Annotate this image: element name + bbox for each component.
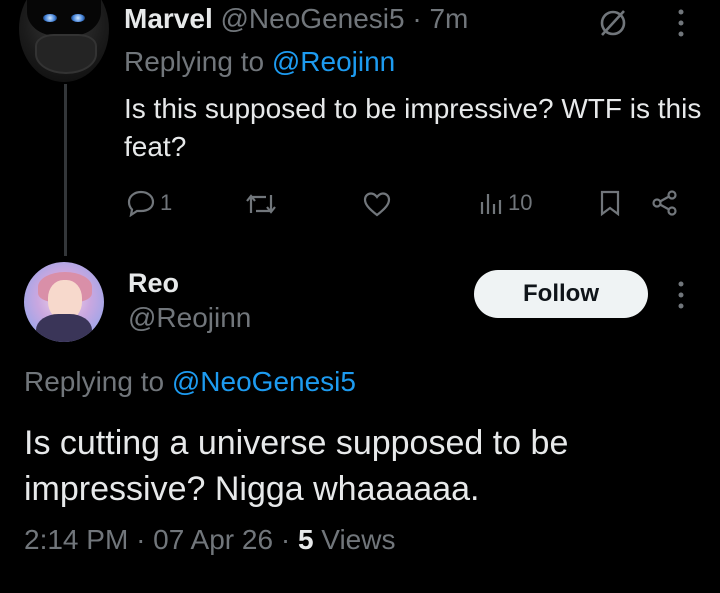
more-icon[interactable]: [676, 8, 686, 43]
views-label[interactable]: Views: [314, 524, 395, 555]
replying-prefix: Replying to: [24, 366, 172, 397]
tweet-text: Is this supposed to be impressive? WTF i…: [124, 93, 702, 162]
more-icon[interactable]: [676, 280, 686, 315]
tweet-time[interactable]: 2:14 PM: [24, 524, 128, 555]
thread-line: [64, 84, 67, 256]
separator: ·: [136, 524, 146, 555]
views-icon: [480, 194, 502, 214]
views-button[interactable]: 10: [478, 190, 532, 216]
replying-to: Replying to @Reojinn: [124, 46, 395, 78]
reply-count: 1: [160, 190, 173, 215]
bookmark-button[interactable]: [598, 189, 622, 217]
views-count[interactable]: 5: [298, 524, 314, 555]
separator: ·: [280, 524, 291, 555]
timestamp[interactable]: 7m: [429, 3, 468, 34]
separator: ·: [412, 3, 422, 34]
like-icon: [363, 192, 391, 217]
replying-to: Replying to @NeoGenesi5: [24, 366, 356, 398]
display-name[interactable]: Marvel: [124, 3, 213, 34]
user-handle[interactable]: @NeoGenesi5: [221, 3, 405, 34]
avatar[interactable]: [19, 0, 109, 82]
bookmark-icon: [600, 190, 620, 217]
tweet-header: Marvel @NeoGenesi5 · 7m: [124, 3, 468, 35]
replying-handle-link[interactable]: @NeoGenesi5: [172, 366, 356, 397]
share-button[interactable]: [650, 189, 680, 217]
tweet-meta: 2:14 PM · 07 Apr 26 · 5 Views: [24, 524, 395, 556]
share-icon: [652, 190, 677, 216]
display-name[interactable]: Reo: [128, 268, 179, 299]
replying-handle-link[interactable]: @Reojinn: [272, 46, 395, 77]
follow-button[interactable]: Follow: [474, 270, 648, 318]
tweet-text: Is cutting a universe supposed to be imp…: [24, 424, 569, 508]
retweet-icon: [246, 194, 276, 214]
tweet-date[interactable]: 07 Apr 26: [153, 524, 273, 555]
reply-button[interactable]: 1: [126, 189, 172, 217]
reply-icon: [127, 190, 155, 217]
avatar[interactable]: [24, 262, 104, 342]
retweet-button[interactable]: [244, 191, 278, 217]
like-button[interactable]: [362, 190, 392, 218]
user-handle[interactable]: @Reojinn: [128, 302, 251, 334]
views-count: 10: [508, 190, 533, 215]
replying-prefix: Replying to: [124, 46, 272, 77]
muted-icon[interactable]: [596, 6, 630, 45]
